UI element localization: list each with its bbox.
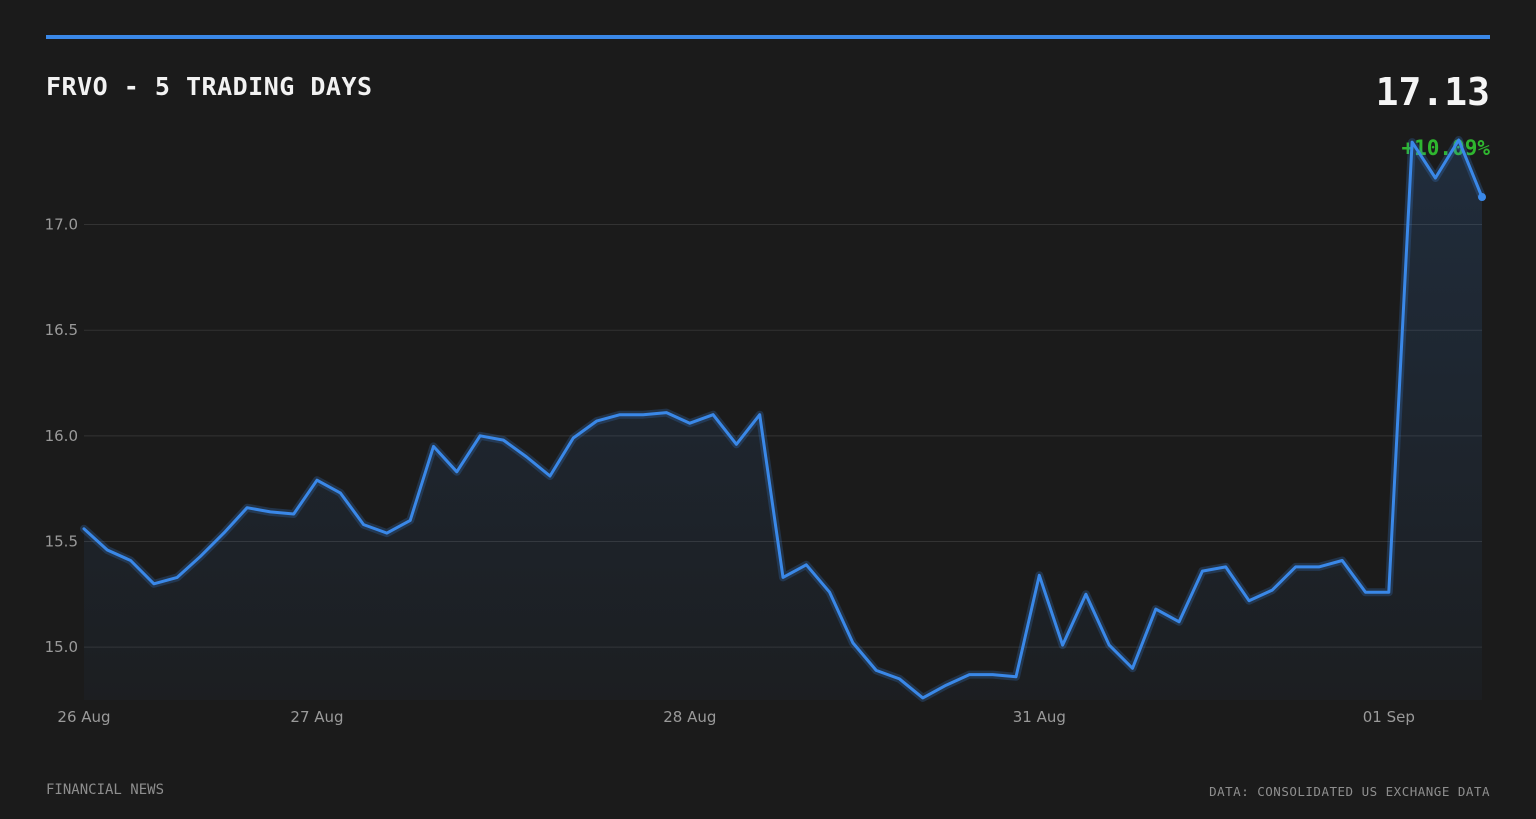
x-tick-label: 28 Aug	[663, 708, 716, 726]
y-tick-label: 15.0	[45, 638, 78, 656]
source-credit: FINANCIAL NEWS	[46, 782, 165, 798]
x-tick-label: 01 Sep	[1363, 708, 1415, 726]
price-chart: 15.0 15.5 16.0 16.5 17.0 26 Aug 27 Aug 28 Aug 3…	[45, 136, 1486, 726]
y-axis-ticks: 15.0 15.5 16.0 16.5 17.0	[45, 216, 78, 657]
x-tick-label: 26 Aug	[57, 708, 110, 726]
price-area-fill	[84, 140, 1482, 700]
x-tick-label: 31 Aug	[1013, 708, 1066, 726]
y-tick-label: 16.5	[45, 321, 78, 339]
y-tick-label: 15.5	[45, 533, 78, 551]
y-tick-label: 17.0	[45, 216, 78, 234]
x-tick-label: 27 Aug	[290, 708, 343, 726]
last-price-marker	[1478, 193, 1486, 202]
x-axis-ticks: 26 Aug 27 Aug 28 Aug 31 Aug 01 Sep	[57, 708, 1414, 726]
y-tick-label: 16.0	[45, 427, 78, 445]
chart-page: FRVO - 5 TRADING DAYS 17.13 +10.09% 15.0…	[0, 0, 1536, 819]
data-credit: DATA: CONSOLIDATED US EXCHANGE DATA	[1209, 784, 1490, 799]
price-series	[80, 136, 1486, 702]
